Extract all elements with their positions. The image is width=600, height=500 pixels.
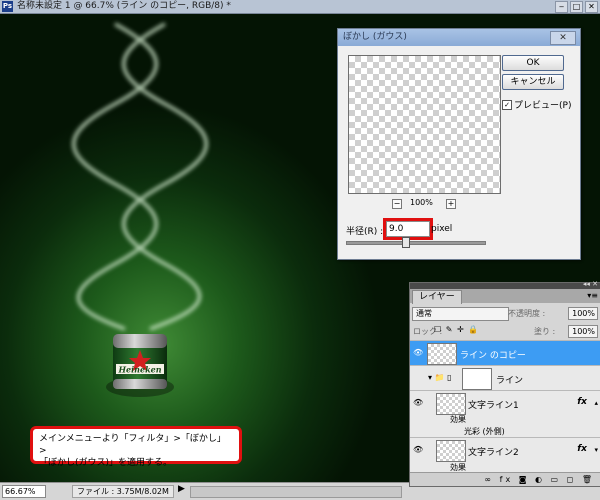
instruction-callout: メインメニューより「フィルタ」>「ぼかし」> 「ぼかし(ガウス)」を適用する。 xyxy=(30,426,242,468)
maximize-button[interactable]: □ xyxy=(570,1,583,13)
dialog-title: ぼかし (ガウス) xyxy=(343,32,407,42)
layers-bottom-toolbar[interactable]: ∞ fx ◙ ◐ ▭ ◻ 🗑 xyxy=(410,472,600,486)
layer-thumbnail xyxy=(427,343,457,365)
effects-label: 効果 xyxy=(450,415,466,424)
file-size-info: ファイル : 3.75M/8.02M xyxy=(72,485,174,498)
ok-button[interactable]: OK xyxy=(502,55,564,71)
layer-mask-thumbnail xyxy=(462,368,492,390)
tab-layers[interactable]: レイヤー xyxy=(412,290,462,304)
folder-icon[interactable]: ▾ 📁 ▯ xyxy=(428,373,451,382)
expand-effects-icon[interactable]: ▾ xyxy=(594,446,598,454)
dialog-title-bar: ぼかし (ガウス) ✕ xyxy=(338,29,580,46)
expand-effects-icon[interactable]: ▴ xyxy=(594,399,598,407)
dialog-close-button[interactable]: ✕ xyxy=(550,31,576,45)
preview-checkbox[interactable]: ✓ xyxy=(502,99,512,110)
callout-line-2: 「ぼかし(ガウス)」を適用する。 xyxy=(39,458,173,468)
document-title: 名称未設定 1 @ 66.7% (ライン のコピー, RGB/8) * xyxy=(17,1,231,11)
can-brand-text: Heineken xyxy=(117,365,161,375)
layer-name: 文字ライン1 xyxy=(468,401,519,411)
layer-row-line-group[interactable]: ▾ 📁 ▯ ライン xyxy=(410,365,600,390)
gaussian-blur-dialog: ぼかし (ガウス) ✕ − 100% + OK キャンセル ✓ プレビュー(P)… xyxy=(337,28,581,260)
lock-icons[interactable]: ☐ ✎ ✛ 🔒 xyxy=(434,325,479,334)
window-buttons: ‒ □ ✕ xyxy=(555,1,598,13)
layer-name: 文字ライン2 xyxy=(468,448,519,458)
blur-preview-area[interactable] xyxy=(348,55,501,194)
eye-icon[interactable]: 👁 xyxy=(413,445,423,454)
layers-panel: ◂◂ ✕ レイヤー ▾≡ 通常 不透明度 : 100% ロック : ☐ ✎ ✛ … xyxy=(409,280,600,487)
opacity-input[interactable]: 100% xyxy=(568,307,598,320)
preview-zoom-value: 100% xyxy=(410,198,433,207)
eye-icon[interactable]: 👁 xyxy=(413,348,423,357)
layer-thumbnail xyxy=(436,440,466,462)
radius-input[interactable] xyxy=(386,221,430,237)
radius-slider-thumb[interactable] xyxy=(401,237,410,248)
minimize-button[interactable]: ‒ xyxy=(555,1,568,13)
callout-line-1: メインメニューより「フィルタ」>「ぼかし」> xyxy=(39,434,226,456)
layer-name: ライン のコピー xyxy=(460,351,526,361)
panel-collapse-icon[interactable]: ◂◂ ✕ xyxy=(583,280,598,288)
eye-icon[interactable]: 👁 xyxy=(413,398,423,407)
photoshop-doc-icon: Ps xyxy=(2,1,13,12)
panel-menu-icon[interactable]: ▾≡ xyxy=(587,291,598,300)
zoom-level-field[interactable]: 66.67% xyxy=(2,485,46,498)
radius-slider-track[interactable] xyxy=(346,241,486,245)
radius-unit: pixel xyxy=(431,224,453,234)
document-title-bar: Ps 名称未設定 1 @ 66.7% (ライン のコピー, RGB/8) * ‒… xyxy=(0,0,600,14)
layer-row-text-line-1[interactable]: 👁 文字ライン1 fx ▴ 効果 光彩 (外側) xyxy=(410,390,600,437)
radius-label: 半径(R) : xyxy=(346,227,384,237)
layer-thumbnail xyxy=(436,393,466,415)
cancel-button[interactable]: キャンセル xyxy=(502,74,564,90)
fill-label: 塗り : xyxy=(534,327,556,336)
close-window-button[interactable]: ✕ xyxy=(585,1,598,13)
fx-icon[interactable]: fx xyxy=(577,444,587,454)
preview-checkbox-row[interactable]: ✓ プレビュー(P) xyxy=(502,98,571,111)
fx-icon[interactable]: fx xyxy=(577,397,587,407)
layer-row-line-copy[interactable]: 👁 ライン のコピー xyxy=(410,340,600,365)
layer-name: ライン xyxy=(496,376,524,386)
fill-input[interactable]: 100% xyxy=(568,325,598,338)
status-menu-arrow-icon[interactable]: ▶ xyxy=(178,484,185,494)
outer-glow-label: 光彩 (外側) xyxy=(464,427,505,436)
panel-tab-bar: レイヤー ▾≡ xyxy=(410,289,600,304)
zoom-in-button[interactable]: + xyxy=(446,199,456,209)
zoom-out-button[interactable]: − xyxy=(392,199,402,209)
layer-row-text-line-2[interactable]: 👁 文字ライン2 fx ▾ 効果 xyxy=(410,437,600,472)
horizontal-scrollbar[interactable] xyxy=(190,486,402,498)
preview-checkbox-label: プレビュー(P) xyxy=(514,101,572,111)
opacity-label: 不透明度 : xyxy=(508,309,546,318)
blend-mode-select[interactable]: 通常 xyxy=(412,307,509,321)
